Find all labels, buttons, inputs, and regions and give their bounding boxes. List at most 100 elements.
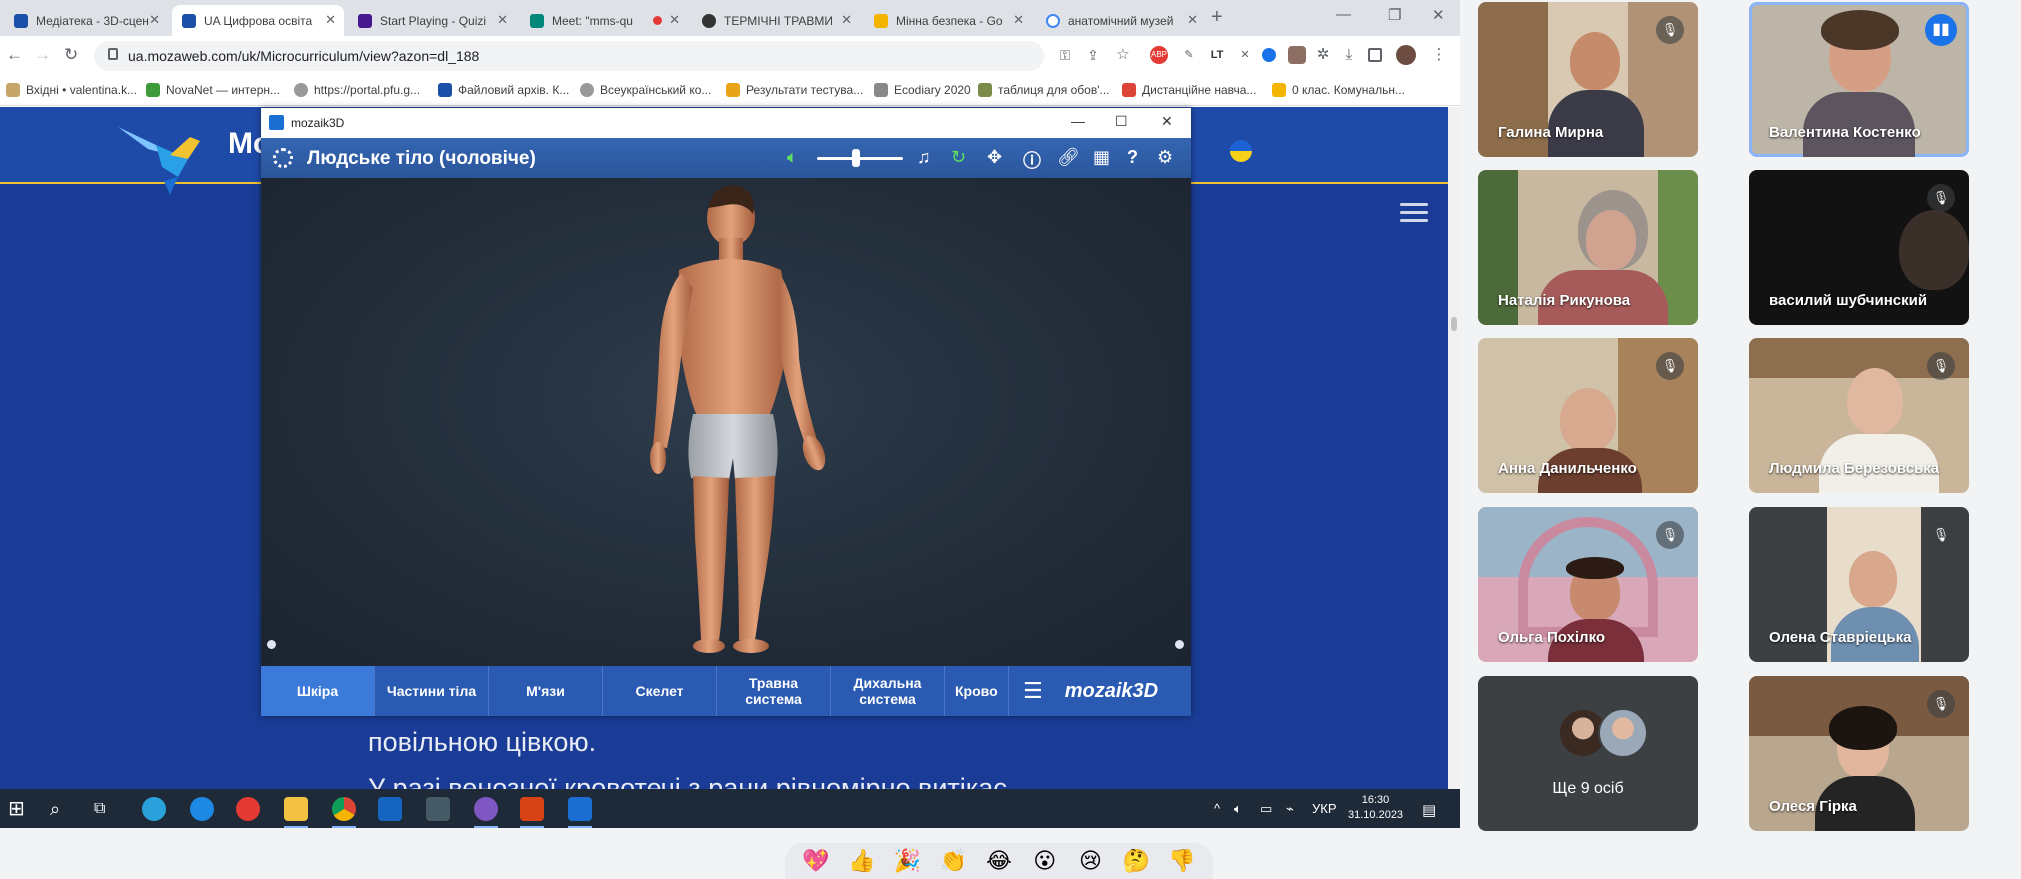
maximize-icon[interactable]: ☐ xyxy=(1115,113,1128,130)
link-icon[interactable]: 🔗︎ xyxy=(1057,147,1080,168)
reaction-sad[interactable]: 😢 xyxy=(1075,846,1105,876)
human-body-model[interactable] xyxy=(261,178,1191,666)
ukraine-flag-icon[interactable] xyxy=(1230,140,1252,162)
close-icon[interactable]: ✕ xyxy=(325,12,336,28)
layers-icon[interactable]: ☰ xyxy=(1023,678,1043,704)
bookmark-item[interactable]: Ecodiary 2020 xyxy=(874,83,971,97)
move-icon[interactable]: ✥ xyxy=(987,147,1002,168)
help-icon[interactable]: ? xyxy=(1127,147,1138,168)
restore-icon[interactable]: ❐ xyxy=(1388,6,1401,24)
bookmark-item[interactable]: NovaNet — интерн... xyxy=(146,83,280,97)
browser-tab[interactable]: Медіатека - 3D-сцен ✕ xyxy=(4,5,168,36)
input-language[interactable]: УКР xyxy=(1312,801,1337,816)
share-icon[interactable]: ⇪ xyxy=(1084,46,1102,64)
bookmark-item[interactable]: Вхідні • valentina.k... xyxy=(6,83,137,97)
category-tab-digestive[interactable]: Травна система xyxy=(717,666,831,716)
battery-icon[interactable]: ▭ xyxy=(1260,801,1272,817)
participant-tile[interactable]: 🎙︎ василий шубчинский xyxy=(1749,170,1969,325)
browser-tab[interactable]: ТЕРМІЧНІ ТРАВМИ ✕ xyxy=(692,5,860,36)
browser-tab[interactable]: анатомічний музей ✕ xyxy=(1036,5,1206,36)
close-icon[interactable]: ✕ xyxy=(149,12,160,28)
viber-icon[interactable] xyxy=(474,797,498,828)
category-tab-body-parts[interactable]: Частини тіла xyxy=(375,666,489,716)
more-participants-tile[interactable]: Ще 9 осіб xyxy=(1478,676,1698,831)
bookmark-item[interactable]: https://portal.pfu.g... xyxy=(294,83,420,97)
category-tab-muscles[interactable]: М'язи xyxy=(489,666,603,716)
volume-slider[interactable] xyxy=(817,157,903,160)
minimize-icon[interactable]: — xyxy=(1336,6,1351,23)
reaction-surprised[interactable]: 😮 xyxy=(1030,846,1060,876)
bookmark-star-icon[interactable]: ☆ xyxy=(1114,46,1132,64)
record-extension-icon[interactable] xyxy=(1262,48,1276,62)
powerpoint-icon[interactable] xyxy=(520,797,544,828)
bookmark-item[interactable]: таблиця для обов'... xyxy=(978,83,1110,97)
bookmark-item[interactable]: Дистанційне навча... xyxy=(1122,83,1256,97)
category-tab-skin[interactable]: Шкіра xyxy=(261,666,375,716)
bookmark-item[interactable]: Результати тестува... xyxy=(726,83,863,97)
key-icon[interactable]: ⚿ xyxy=(1056,46,1074,64)
chrome-icon[interactable] xyxy=(332,797,356,828)
browser-tab[interactable]: Meet: "mms-qu ✕ xyxy=(520,5,688,36)
volume-slider-handle[interactable] xyxy=(851,149,860,167)
lt-extension-icon[interactable]: LT xyxy=(1208,46,1226,64)
browser-tab[interactable]: Мінна безпека - Go ✕ xyxy=(864,5,1032,36)
participant-tile[interactable]: 🎙︎ Галина Мирна xyxy=(1478,2,1698,157)
reaction-thumbs-down[interactable]: 👎 xyxy=(1167,846,1197,876)
browser-tab[interactable]: Start Playing - Quizi ✕ xyxy=(348,5,516,36)
search-icon[interactable]: ⌕ xyxy=(50,797,74,821)
browser-tab-active[interactable]: UA Цифрова освіта ✕ xyxy=(172,5,344,36)
telegram-icon[interactable] xyxy=(142,797,166,821)
settings-gear-icon[interactable]: ⚙ xyxy=(1157,147,1173,168)
bookmark-item[interactable]: Файловий архів. К... xyxy=(438,83,569,97)
tray-expand-icon[interactable]: ^ xyxy=(1214,801,1220,816)
participant-tile[interactable]: 🎙︎ Анна Данильченко xyxy=(1478,338,1698,493)
mozaik-taskbar-icon[interactable] xyxy=(568,797,592,828)
back-icon[interactable]: ← xyxy=(6,45,23,65)
grid-icon[interactable]: ▦ xyxy=(1093,147,1110,168)
edge-icon[interactable] xyxy=(190,797,214,821)
bookmark-item[interactable]: 0 клас. Комунальн... xyxy=(1272,83,1405,97)
minimize-icon[interactable]: — xyxy=(1071,113,1085,129)
reaction-party-popper[interactable]: 🎉 xyxy=(892,846,922,876)
bookmark-item[interactable]: Всеукраїнський ко... xyxy=(580,83,711,97)
reaction-laughing[interactable]: 😂 xyxy=(984,846,1014,876)
profile-avatar[interactable] xyxy=(1396,45,1416,65)
task-view-icon[interactable]: ⧉ xyxy=(94,797,118,821)
menu-dots-icon[interactable]: ⋮ xyxy=(1430,46,1448,64)
reaction-clapping[interactable]: 👏 xyxy=(938,846,968,876)
volume-icon[interactable]: 🔈︎ xyxy=(1234,801,1242,817)
puzzle-icon[interactable]: ✲ xyxy=(1314,46,1332,64)
new-tab-button[interactable]: + xyxy=(1211,6,1223,29)
reaction-thumbs-up[interactable]: 👍 xyxy=(847,846,877,876)
reload-icon[interactable]: ↻ xyxy=(64,45,78,65)
store-icon[interactable] xyxy=(426,797,450,821)
participant-tile[interactable]: Наталія Рикунова xyxy=(1478,170,1698,325)
taskbar-clock[interactable]: 16:30 31.10.2023 xyxy=(1348,793,1403,823)
participant-tile[interactable]: 🎙︎ Олена Ставріецька xyxy=(1749,507,1969,662)
adblock-icon[interactable]: ABP xyxy=(1150,46,1168,64)
nav-dot-left[interactable] xyxy=(267,640,276,649)
opera-icon[interactable] xyxy=(236,797,260,821)
close-icon[interactable]: ✕ xyxy=(1187,12,1198,28)
file-explorer-icon[interactable] xyxy=(284,797,308,828)
url-field[interactable]: ua.mozaweb.com/uk/Microcurriculum/view?a… xyxy=(94,41,1044,71)
category-tab-skeleton[interactable]: Скелет xyxy=(603,666,717,716)
side-panel-icon[interactable] xyxy=(1368,48,1382,62)
music-icon[interactable]: ♫ xyxy=(917,147,931,168)
participant-tile-speaking[interactable]: ▮▮ Валентина Костенко xyxy=(1749,2,1969,157)
close-icon[interactable]: ✕ xyxy=(1161,113,1173,130)
close-icon[interactable]: ✕ xyxy=(497,12,508,28)
reaction-sparkling-heart[interactable]: 💖 xyxy=(801,846,831,876)
mail-icon[interactable] xyxy=(378,797,402,821)
participant-tile[interactable]: 🎙︎ Олеся Гірка xyxy=(1749,676,1969,831)
info-icon[interactable]: ⓘ xyxy=(1023,147,1041,173)
category-tab-respiratory[interactable]: Дихальна система xyxy=(831,666,945,716)
translate-icon[interactable]: ✕ xyxy=(1236,46,1254,64)
participant-tile[interactable]: 🎙︎ Ольга Похілко xyxy=(1478,507,1698,662)
network-icon[interactable]: ⌁ xyxy=(1286,801,1294,817)
category-tab-circulatory[interactable]: Крово xyxy=(945,666,1009,716)
page-scrollbar[interactable] xyxy=(1448,107,1460,789)
reaction-thinking[interactable]: 🤔 xyxy=(1121,846,1151,876)
forward-icon[interactable]: → xyxy=(34,45,51,65)
close-icon[interactable]: ✕ xyxy=(1013,12,1024,28)
